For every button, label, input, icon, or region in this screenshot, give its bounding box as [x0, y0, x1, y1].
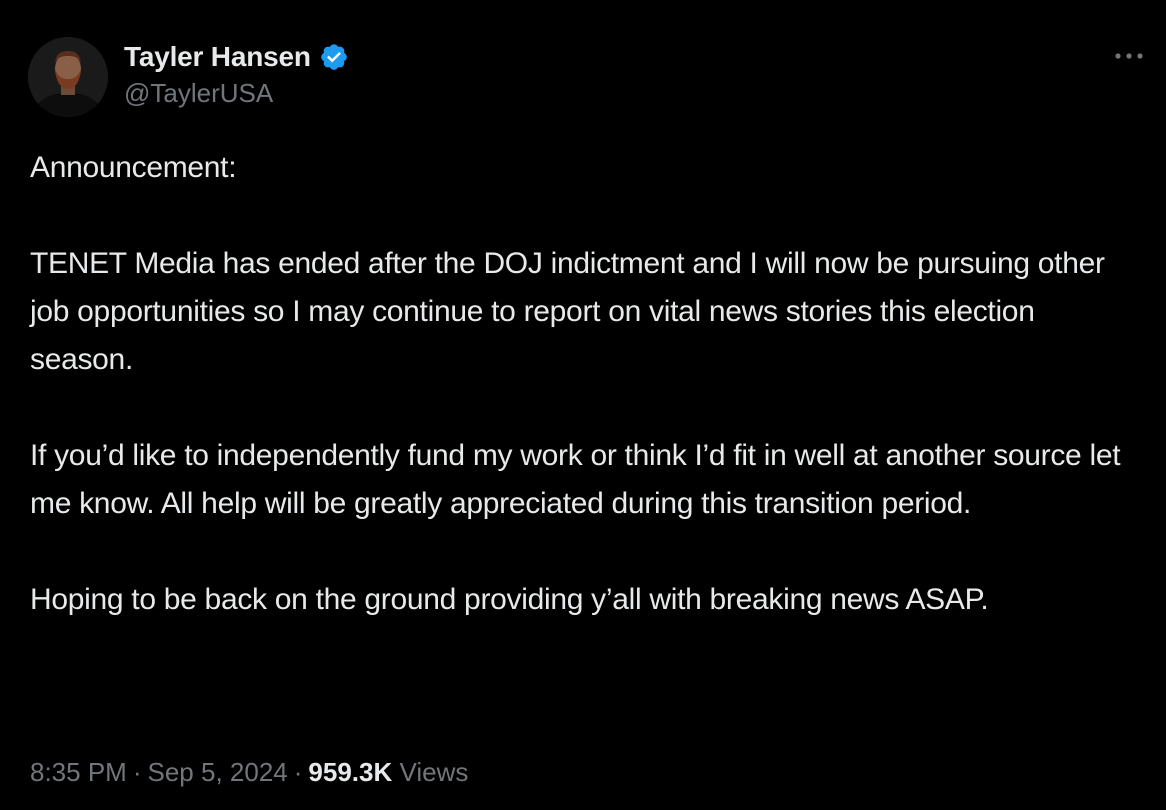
author-header: Tayler Hansen @TaylerUSA	[124, 38, 349, 110]
tweet-card: Tayler Hansen @TaylerUSA Announcement: T…	[0, 0, 1166, 810]
author-handle[interactable]: @TaylerUSA	[124, 76, 349, 110]
tweet-date[interactable]: Sep 5, 2024	[148, 757, 288, 787]
more-options-icon[interactable]	[1112, 42, 1146, 70]
meta-separator: ·	[132, 757, 142, 787]
tweet-paragraph: TENET Media has ended after the DOJ indi…	[30, 247, 1113, 376]
tweet-text: Announcement: TENET Media has ended afte…	[30, 144, 1140, 624]
views-count[interactable]: 959.3K	[308, 757, 392, 787]
meta-separator: ·	[293, 757, 303, 787]
views-label: Views	[399, 757, 469, 787]
tweet-paragraph: Announcement:	[30, 151, 237, 184]
author-display-name[interactable]: Tayler Hansen	[124, 41, 311, 73]
name-row: Tayler Hansen	[124, 38, 349, 76]
tweet-meta: 8:35 PM · Sep 5, 2024 · 959.3K Views	[30, 752, 468, 792]
verified-badge-icon[interactable]	[319, 42, 349, 72]
tweet-time[interactable]: 8:35 PM	[30, 757, 127, 787]
tweet-paragraph: Hoping to be back on the ground providin…	[30, 583, 989, 616]
user-avatar[interactable]	[28, 37, 108, 117]
avatar-portrait-icon	[28, 37, 108, 117]
tweet-paragraph: If you’d like to independently fund my w…	[30, 439, 1129, 520]
